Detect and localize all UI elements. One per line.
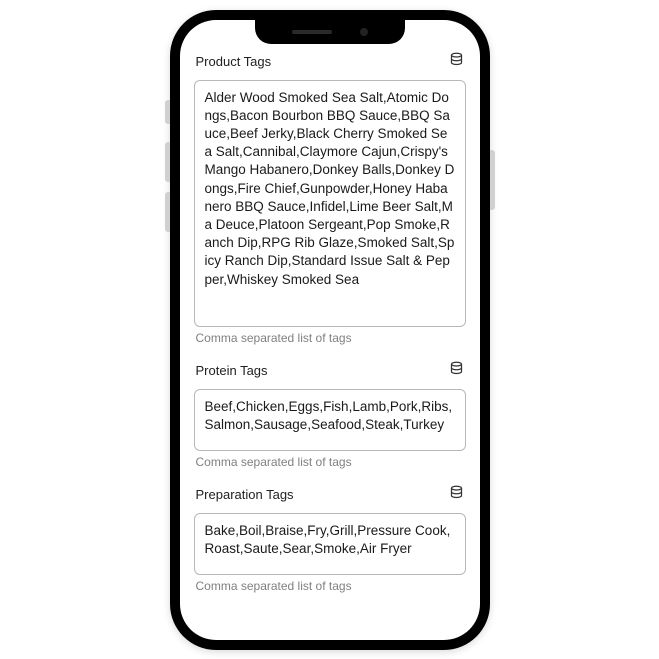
product-tags-section: Product Tags Alder Wood Smoked Sea Salt,… bbox=[194, 52, 466, 345]
preparation-tags-input[interactable]: Bake,Boil,Braise,Fry,Grill,Pressure Cook… bbox=[194, 513, 466, 575]
product-tags-label: Product Tags bbox=[196, 54, 272, 69]
preparation-tags-hint: Comma separated list of tags bbox=[194, 579, 466, 593]
notch bbox=[255, 20, 405, 44]
database-icon[interactable] bbox=[449, 485, 464, 505]
protein-tags-input[interactable]: Beef,Chicken,Eggs,Fish,Lamb,Pork,Ribs,Sa… bbox=[194, 389, 466, 451]
protein-tags-label: Protein Tags bbox=[196, 363, 268, 378]
product-tags-hint: Comma separated list of tags bbox=[194, 331, 466, 345]
database-icon[interactable] bbox=[449, 361, 464, 381]
preparation-tags-label: Preparation Tags bbox=[196, 487, 294, 502]
phone-side-buttons bbox=[165, 100, 170, 242]
phone-frame: Product Tags Alder Wood Smoked Sea Salt,… bbox=[170, 10, 490, 650]
database-icon[interactable] bbox=[449, 52, 464, 72]
content-area: Product Tags Alder Wood Smoked Sea Salt,… bbox=[180, 20, 480, 640]
product-tags-input[interactable]: Alder Wood Smoked Sea Salt,Atomic Dongs,… bbox=[194, 80, 466, 327]
screen: Product Tags Alder Wood Smoked Sea Salt,… bbox=[180, 20, 480, 640]
preparation-tags-section: Preparation Tags Bake,Boil,Braise,Fry,Gr… bbox=[194, 485, 466, 593]
protein-tags-section: Protein Tags Beef,Chicken,Eggs,Fish,Lamb… bbox=[194, 361, 466, 469]
protein-tags-hint: Comma separated list of tags bbox=[194, 455, 466, 469]
